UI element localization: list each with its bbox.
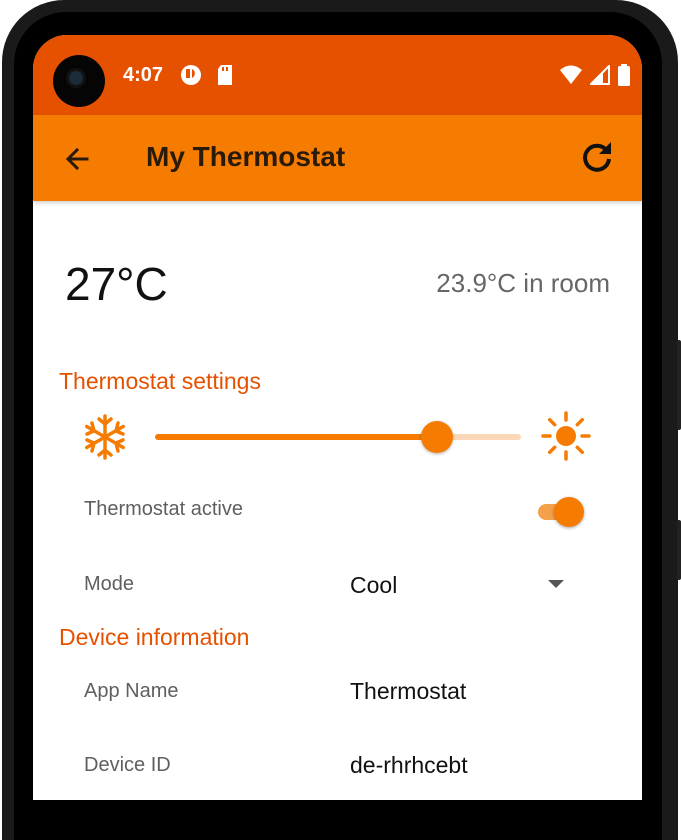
- arrow-left-icon[interactable]: [61, 143, 93, 175]
- section-heading-device-information: Device information: [59, 624, 250, 650]
- toggle-thumb: [554, 497, 584, 527]
- status-bar: 4:07: [33, 35, 642, 115]
- phone-frame: 4:07 My Thermostat 27°C 23.9°C in room T…: [0, 0, 681, 840]
- thermostat-active-toggle[interactable]: [536, 495, 586, 527]
- mode-label: Mode: [84, 573, 135, 595]
- camera-cutout: [53, 55, 105, 107]
- screen: 4:07 My Thermostat 27°C 23.9°C in room T…: [33, 35, 642, 800]
- mode-dropdown[interactable]: Cool: [338, 565, 578, 605]
- refresh-icon[interactable]: [579, 139, 615, 175]
- app-name-label: App Name: [84, 680, 179, 702]
- cell-signal-icon: [590, 65, 610, 85]
- device-id-label: Device ID: [84, 754, 171, 776]
- sun-icon: [541, 411, 591, 461]
- notification-icon: [181, 65, 201, 85]
- volume-button: [677, 340, 681, 430]
- app-bar: My Thermostat: [33, 115, 642, 201]
- device-id-value: de-rhrhcebt: [350, 752, 468, 778]
- battery-icon: [618, 64, 630, 86]
- snowflake-icon: [85, 414, 125, 460]
- caret-down-icon: [548, 580, 564, 588]
- app-name-value: Thermostat: [350, 678, 467, 704]
- sd-card-icon: [218, 65, 232, 85]
- slider-fill: [155, 434, 437, 440]
- mode-value: Cool: [350, 572, 398, 598]
- wifi-icon: [560, 65, 582, 84]
- status-time: 4:07: [123, 64, 164, 86]
- section-heading-thermostat-settings: Thermostat settings: [59, 368, 261, 394]
- thermostat-active-label: Thermostat active: [84, 498, 243, 520]
- setpoint-temperature: 27°C: [65, 258, 168, 310]
- slider-thumb[interactable]: [420, 421, 453, 453]
- room-temperature: 23.9°C in room: [436, 268, 610, 298]
- power-button: [677, 520, 681, 580]
- page-title: My Thermostat: [146, 141, 346, 172]
- temperature-slider[interactable]: [155, 421, 521, 453]
